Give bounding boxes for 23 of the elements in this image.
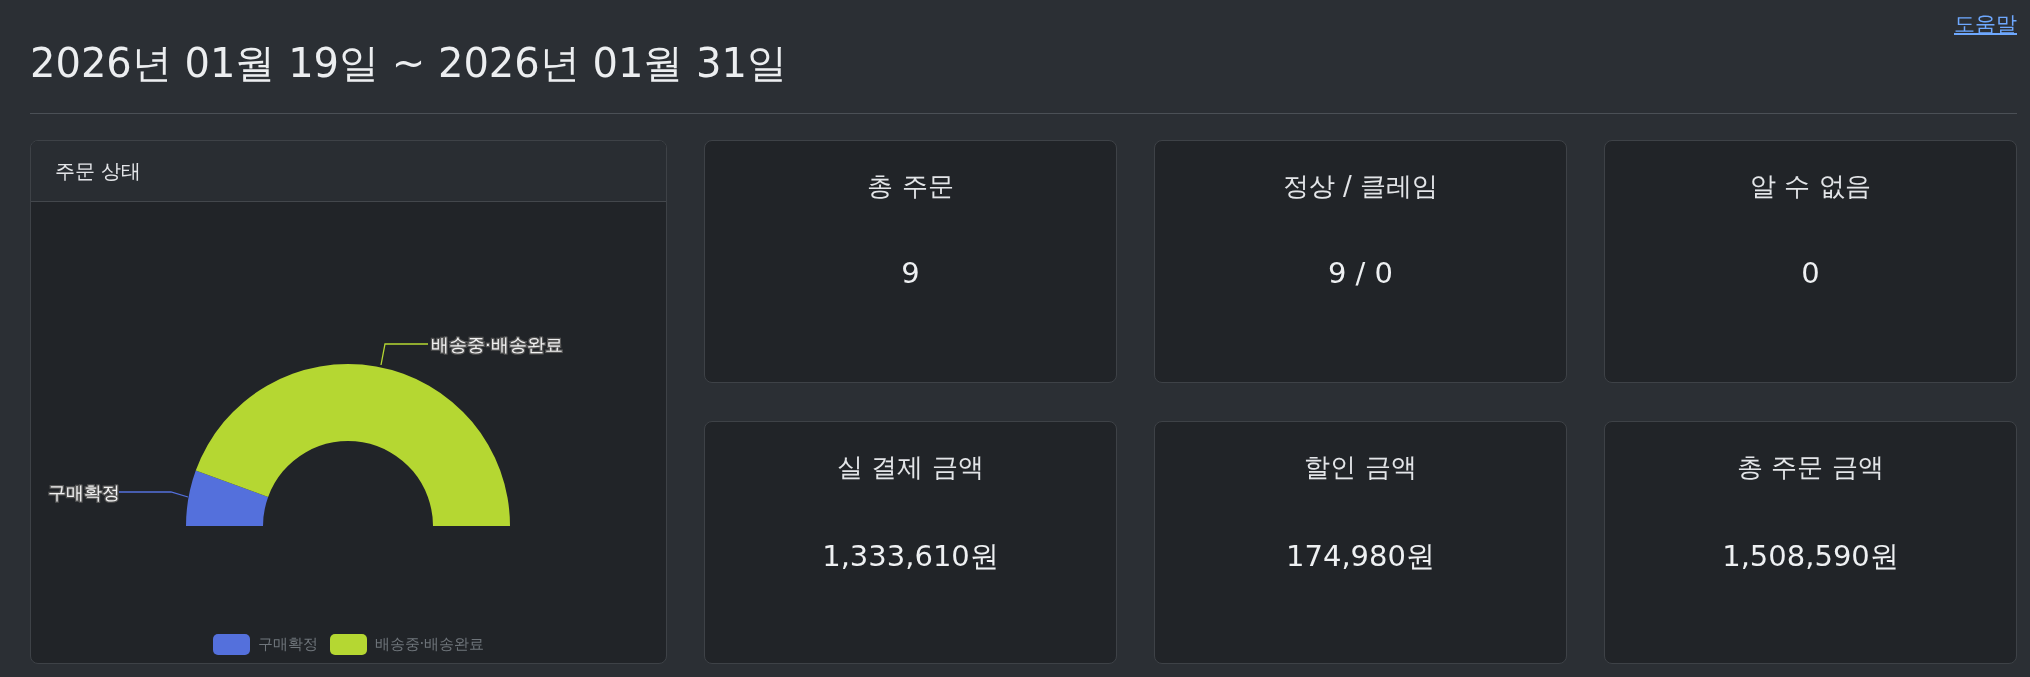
chart-slice[interactable] [186,470,269,526]
help-link[interactable]: 도움말 [1954,10,2017,38]
leader-line [118,491,189,498]
page-title: 2026년 01월 19일 ~ 2026년 01월 31일 [30,38,2017,114]
stat-value: 9 [901,256,920,290]
stat-value: 1,333,610원 [822,538,999,575]
stat-value: 0 [1801,256,1820,290]
legend-label[interactable]: 배송중·배송완료 [374,635,485,654]
stat-label: 실 결제 금액 [837,451,984,484]
slice-label: 구매확정 [48,482,120,503]
stat-value: 1,508,590원 [1722,538,1899,575]
stat-label: 알 수 없음 [1750,170,1871,203]
stat-label: 총 주문 금액 [1737,451,1884,484]
stat-value: 174,980원 [1286,538,1435,575]
leader-line [380,343,429,366]
chart-slice[interactable] [195,364,510,526]
stat-value: 9 / 0 [1327,256,1394,290]
slice-label: 배송중·배송완료 [431,334,563,355]
card-title: 주문 상태 [55,157,142,185]
stat-label: 정상 / 클레임 [1282,170,1439,203]
stat-label: 할인 금액 [1304,451,1417,484]
stat-label: 총 주문 [867,170,954,203]
legend-label[interactable]: 구매확정 [257,635,318,654]
